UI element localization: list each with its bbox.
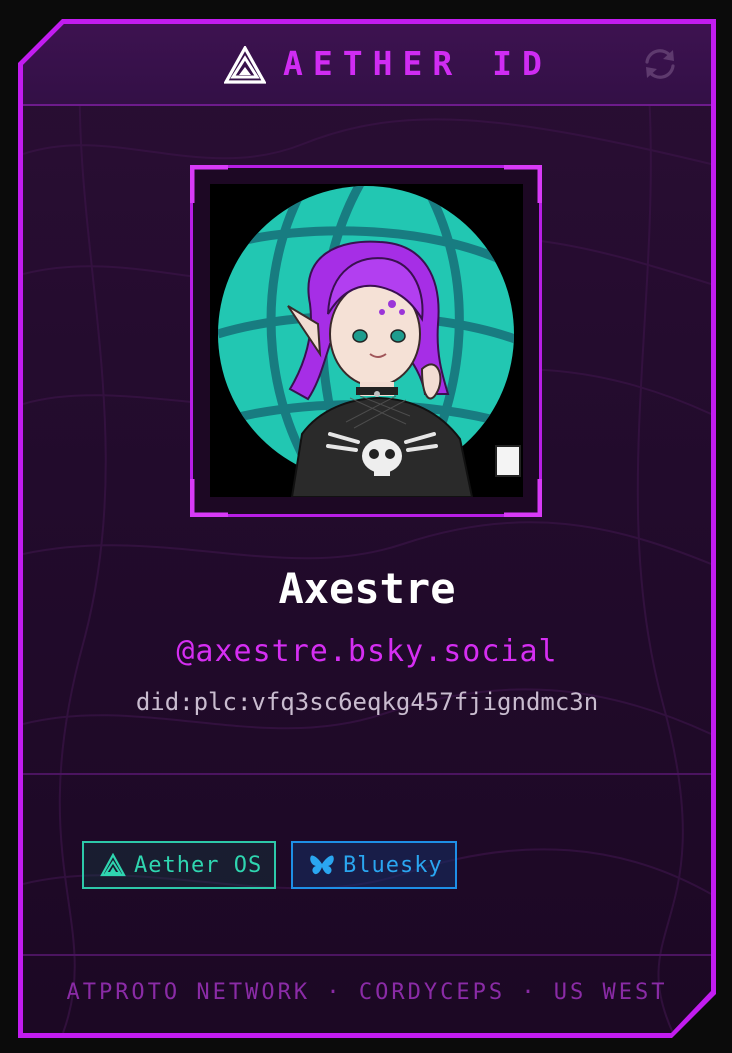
avatar bbox=[210, 184, 523, 497]
identity-card: AETHER ID Axestre @axestre.bsky.social d… bbox=[23, 24, 711, 1033]
divider-top bbox=[23, 773, 711, 775]
tag-aether-os-label: Aether OS bbox=[134, 852, 263, 878]
refresh-icon[interactable] bbox=[643, 47, 677, 81]
tag-aether-os[interactable]: Aether OS bbox=[82, 841, 276, 889]
tag-bluesky[interactable]: Bluesky bbox=[291, 841, 457, 889]
aether-triangle-icon bbox=[100, 853, 126, 877]
app-title: AETHER ID bbox=[283, 44, 552, 83]
divider-bottom bbox=[23, 954, 711, 956]
user-did: did:plc:vfq3sc6eqkg457fjigndmc3n bbox=[135, 688, 599, 716]
tag-bluesky-label: Bluesky bbox=[343, 852, 443, 878]
header-bar: AETHER ID bbox=[23, 24, 711, 106]
display-name: Axestre bbox=[278, 564, 456, 613]
avatar-illustration bbox=[210, 184, 523, 497]
user-handle[interactable]: @axestre.bsky.social bbox=[23, 634, 711, 669]
butterfly-icon bbox=[310, 855, 334, 875]
aether-logo-icon bbox=[224, 46, 266, 84]
footer-network-info: ATPROTO NETWORK · CORDYCEPS · US WEST bbox=[66, 980, 668, 1005]
